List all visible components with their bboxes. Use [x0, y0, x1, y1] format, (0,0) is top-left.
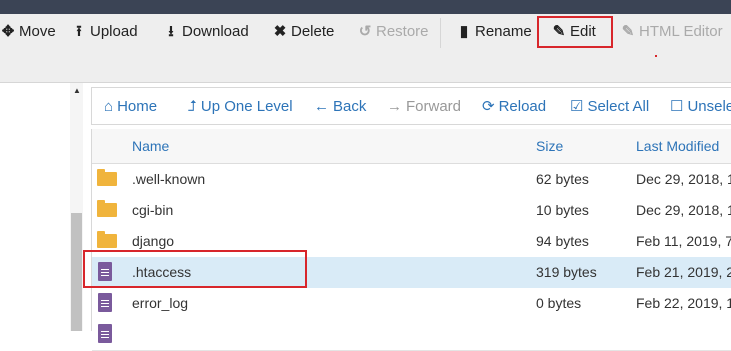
- forward-button[interactable]: → Forward: [387, 97, 461, 117]
- reload-button[interactable]: ⟳ Reload: [482, 97, 546, 117]
- download-button[interactable]: ⭳ Download: [163, 22, 248, 42]
- edit-highlight-box: [537, 16, 613, 48]
- html-editor-button[interactable]: ✎ HTML Editor: [620, 22, 723, 42]
- file-size: 0 bytes: [536, 295, 582, 311]
- file-size: 319 bytes: [536, 264, 597, 280]
- column-header-name[interactable]: Name: [132, 138, 169, 154]
- folder-icon: [97, 169, 117, 186]
- table-row[interactable]: .well-known 62 bytes Dec 29, 2018, 1: [92, 164, 731, 196]
- file-modified: Feb 22, 2019, 1: [636, 295, 731, 311]
- rename-button[interactable]: ▮ Rename: [456, 22, 532, 42]
- top-header-bar: [0, 0, 731, 14]
- file-manager-toolbar: ✥ Move ⭱ Upload ⭳ Download ✖ Delete ↺ Restore…: [0, 14, 731, 83]
- restore-button[interactable]: ↺ Restore: [357, 22, 429, 42]
- select-all-button[interactable]: ☑ Select All: [570, 97, 649, 117]
- download-icon: ⭳: [168, 23, 174, 40]
- move-icon: ✥: [1, 23, 15, 40]
- file-name: cgi-bin: [132, 202, 174, 218]
- file-icon: ▮: [459, 23, 469, 40]
- refresh-icon: ⟳: [482, 98, 495, 115]
- move-button[interactable]: ✥ Move: [0, 22, 56, 42]
- scroll-up-arrow-icon[interactable]: ▲: [73, 86, 81, 95]
- table-row[interactable]: error_log 0 bytes Feb 22, 2019, 1: [92, 288, 731, 320]
- file-name: .well-known: [132, 171, 206, 187]
- up-one-level-button[interactable]: ⮥ Up One Level: [188, 97, 293, 117]
- file-icon: [98, 293, 112, 312]
- table-header: Name Size Last Modified: [92, 129, 731, 164]
- level-up-icon: ⮥: [188, 98, 197, 115]
- edit-square-icon: ✎: [621, 23, 635, 40]
- back-button[interactable]: ← Back: [314, 97, 366, 117]
- folder-icon: [97, 200, 117, 217]
- navigation-bar: ⌂ Home ⮥ Up One Level ← Back → Forward ⟳ Relo…: [91, 87, 731, 125]
- arrow-right-icon: →: [387, 98, 402, 115]
- file-size: 62 bytes: [536, 171, 589, 187]
- upload-icon: ⭱: [76, 23, 82, 40]
- column-header-size[interactable]: Size: [536, 138, 563, 154]
- file-size: 10 bytes: [536, 202, 589, 218]
- arrow-left-icon: ←: [314, 98, 329, 115]
- unselect-all-button[interactable]: ☐ Unsele: [670, 97, 731, 117]
- upload-button[interactable]: ⭱ Upload: [71, 22, 137, 42]
- file-icon: [98, 324, 112, 343]
- table-row[interactable]: [92, 319, 731, 351]
- file-name: django: [132, 233, 175, 249]
- column-header-last-modified[interactable]: Last Modified: [636, 138, 719, 154]
- home-button[interactable]: ⌂ Home: [104, 97, 157, 117]
- file-list-table: Name Size Last Modified .well-known 62 b…: [91, 129, 731, 351]
- undo-icon: ↺: [358, 23, 372, 40]
- file-modified: Feb 21, 2019, 2: [636, 264, 731, 280]
- file-modified: Dec 29, 2018, 1: [636, 171, 731, 187]
- close-icon: ✖: [273, 23, 287, 40]
- htaccess-highlight-box: [83, 250, 307, 288]
- delete-button[interactable]: ✖ Delete: [272, 22, 335, 42]
- home-icon: ⌂: [104, 98, 114, 115]
- table-row[interactable]: cgi-bin 10 bytes Dec 29, 2018, 1: [92, 195, 731, 227]
- checked-box-icon: ☑: [570, 98, 584, 115]
- tree-scrollbar-thumb[interactable]: [71, 213, 82, 331]
- empty-checkbox-icon: ☐: [670, 98, 684, 115]
- file-modified: Dec 29, 2018, 1: [636, 202, 731, 218]
- file-size: 94 bytes: [536, 233, 589, 249]
- file-name: error_log: [132, 295, 189, 311]
- folder-icon: [97, 231, 117, 248]
- toolbar-divider: [440, 18, 441, 48]
- file-modified: Feb 11, 2019, 7: [636, 233, 731, 249]
- annotation-dot: [655, 55, 657, 57]
